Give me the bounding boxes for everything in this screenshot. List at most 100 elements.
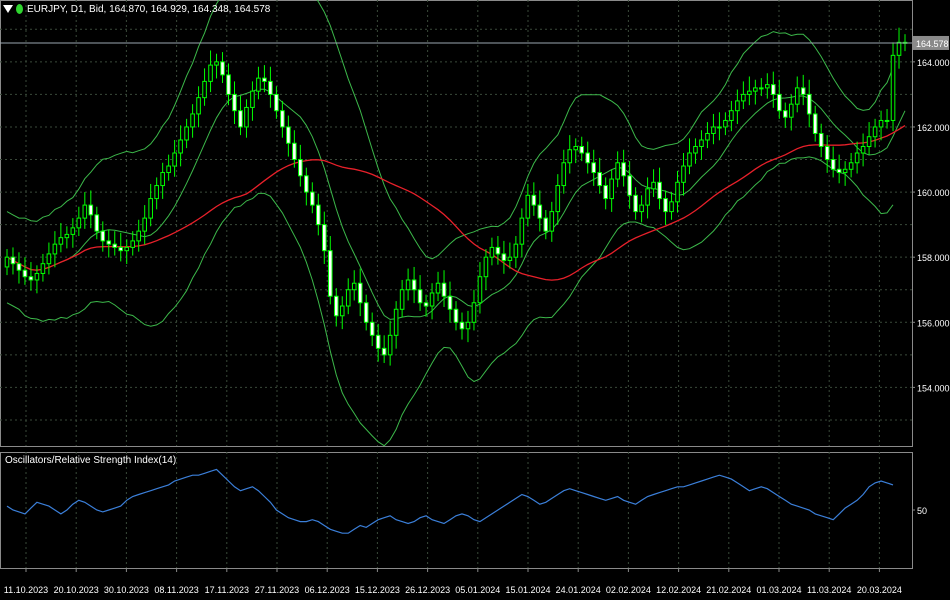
candle-body	[848, 162, 854, 170]
candle-body	[543, 217, 549, 232]
price-axis[interactable]: 154.000 156.000 158.000 160.000 162.000 164.0…	[912, 58, 950, 394]
symbol-ohlc-text: EURJPY, D1, Bid, 164.870, 164.929, 164.3…	[27, 3, 271, 15]
candle-body	[854, 152, 860, 164]
candle-body	[615, 162, 620, 180]
panel-separator[interactable]	[0, 447, 950, 452]
candle-body	[591, 162, 596, 174]
candle-body	[280, 110, 285, 128]
candle-body	[64, 233, 70, 239]
y-tick-label: 158.000	[917, 253, 950, 263]
candle-body	[82, 204, 88, 219]
candle-body	[226, 74, 231, 95]
candle-body	[567, 149, 573, 164]
candle-body	[812, 113, 818, 134]
candle-body	[417, 289, 423, 304]
candle-body	[561, 162, 567, 187]
candle-body	[333, 295, 339, 317]
x-tick-label: 26.12.2023	[405, 585, 450, 595]
candle-body	[699, 139, 704, 147]
candle-body	[178, 139, 183, 154]
candlesticks[interactable]	[4, 27, 908, 366]
candle-body	[327, 250, 333, 297]
candle-body	[435, 282, 441, 294]
x-tick-label: 01.03.2024	[756, 585, 801, 595]
candle-body	[244, 106, 249, 128]
candle-body	[705, 132, 710, 141]
rsi-panel-border	[0, 452, 913, 569]
candle-body	[40, 263, 46, 274]
candle-body	[106, 240, 112, 245]
candle-body	[46, 253, 52, 265]
candle-body	[130, 240, 136, 248]
candle-body	[262, 77, 267, 82]
candle-body	[753, 87, 758, 92]
candle-body	[310, 191, 315, 206]
candle-body	[717, 126, 722, 129]
candle-body	[381, 347, 387, 356]
candle-body	[10, 256, 16, 265]
rsi-path	[6, 468, 894, 534]
candle-body	[4, 256, 10, 268]
candle-body	[304, 175, 309, 193]
candle-body	[759, 87, 764, 90]
candle-body	[292, 142, 297, 161]
candle-body	[489, 246, 495, 258]
candle-body	[585, 152, 591, 164]
candle-body	[633, 194, 638, 213]
candle-body	[519, 217, 525, 245]
candle-body	[154, 185, 159, 200]
candle-body	[501, 253, 507, 261]
x-tick-label: 06.12.2023	[305, 585, 350, 595]
candle-body	[860, 145, 866, 154]
rsi-line	[6, 468, 894, 534]
rsi-panel-title: Oscillators/Relative Strength Index(14)	[5, 455, 177, 466]
candle-body	[471, 302, 477, 323]
x-tick-label: 17.11.2023	[205, 585, 249, 595]
rsi-grid	[0, 452, 913, 569]
candle-body	[639, 204, 644, 213]
candle-body	[405, 279, 411, 291]
candle-body	[549, 211, 555, 232]
y-tick-label: 162.000	[917, 123, 950, 133]
live-status-icon	[16, 4, 23, 14]
candle-body	[100, 230, 106, 242]
candle-body	[375, 334, 381, 349]
candle-body	[465, 321, 471, 330]
trading-chart[interactable]: 164.578 154.000 156.000 158.000 160.000 162.…	[0, 0, 950, 600]
candle-body	[214, 61, 219, 66]
candle-body	[771, 84, 776, 95]
candle-body	[627, 175, 632, 196]
candle-body	[363, 302, 369, 323]
x-tick-label: 20.10.2023	[54, 585, 99, 595]
time-axis[interactable]: 11.10.2023 20.10.2023 30.10.2023 08.11.2023…	[4, 568, 902, 595]
candle-body	[52, 243, 58, 255]
y-tick-label: 164.000	[917, 58, 950, 68]
rsi-y-tick-label: 50	[917, 506, 927, 516]
candle-body	[806, 93, 812, 115]
candle-body	[878, 119, 884, 128]
candle-body	[477, 276, 483, 304]
candle-body	[28, 276, 34, 281]
candle-body	[118, 246, 124, 252]
candle-body	[142, 217, 147, 232]
dropdown-triangle-icon[interactable]	[3, 5, 13, 13]
candle-body	[459, 321, 465, 330]
candle-body	[232, 93, 237, 112]
candle-body	[513, 243, 519, 258]
candle-body	[651, 181, 656, 190]
candle-body	[274, 93, 279, 112]
candle-body	[836, 168, 842, 174]
candle-body	[369, 321, 375, 336]
candle-body	[94, 214, 100, 232]
candle-body	[729, 110, 734, 121]
candle-body	[429, 292, 435, 307]
candle-body	[316, 204, 321, 226]
candle-body	[495, 246, 501, 255]
candle-body	[531, 194, 537, 206]
candle-body	[345, 289, 351, 307]
candle-body	[735, 100, 740, 112]
candle-body	[830, 159, 836, 170]
chart-header[interactable]: EURJPY, D1, Bid, 164.870, 164.929, 164.3…	[3, 2, 270, 16]
candle-body	[842, 168, 848, 174]
candle-body	[441, 282, 447, 297]
